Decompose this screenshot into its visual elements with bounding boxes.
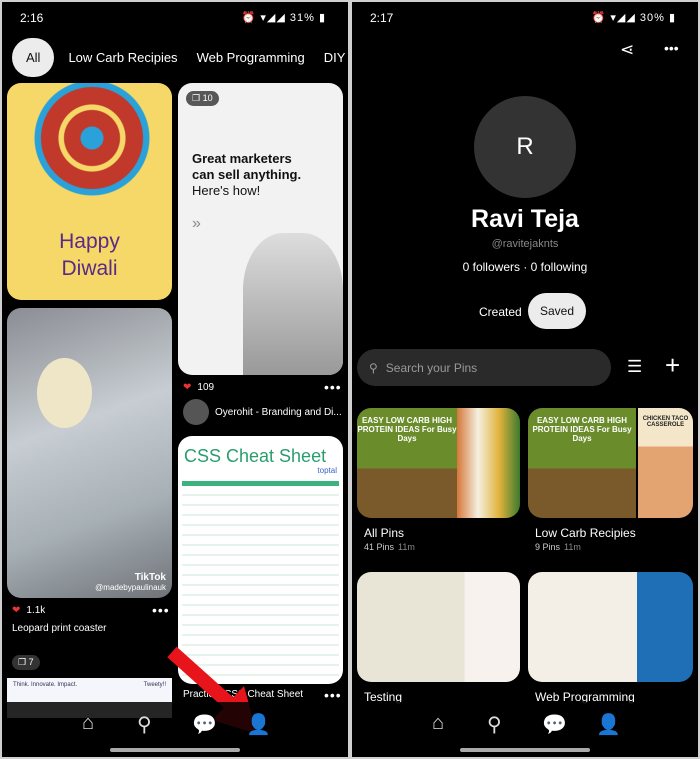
home-indicator <box>110 748 240 752</box>
status-icons: ⏰ ▾◢◢ 30% ▮ <box>591 12 676 24</box>
battery-level: 31% <box>289 12 315 24</box>
cheatsheet-title: CSS Cheat Sheet <box>184 446 327 466</box>
tab-created[interactable]: Created <box>479 305 522 319</box>
heart-icon: ❤ <box>12 605 21 616</box>
like-count: 1.1k <box>26 605 46 616</box>
battery-level: 30% <box>639 12 665 24</box>
messages-icon[interactable]: 💬 <box>542 712 567 737</box>
more-options-button[interactable]: ••• <box>152 602 170 618</box>
add-icon[interactable]: + <box>665 350 680 381</box>
messages-icon[interactable]: 💬 <box>192 712 217 737</box>
pin-stats: ❤ 109 <box>183 382 214 393</box>
tiktok-handle: @madebypaulinauk <box>95 583 166 592</box>
search-placeholder: Search your Pins <box>385 360 478 375</box>
pin-stats: ❤ 1.1k <box>12 605 45 616</box>
home-icon[interactable]: ⌂ <box>82 712 94 735</box>
pin-author[interactable]: Oyerohit - Branding and Di... <box>183 399 342 425</box>
board-meta: 9 Pins 11m <box>535 542 581 552</box>
badge-count: 10 <box>202 93 213 103</box>
tab-saved[interactable]: Saved <box>528 293 587 329</box>
more-options-button[interactable]: ••• <box>324 687 342 703</box>
home-feed-screen: 2:16 ⏰ ▾◢◢ 31% ▮ All Low Carb Recipies W… <box>2 2 348 757</box>
chip-diy[interactable]: DIY Pins <box>324 50 348 65</box>
headline-3: Here's how! <box>192 183 261 198</box>
board-time: 11m <box>564 542 581 552</box>
board-all-pins[interactable]: EASY LOW CARB HIGH PROTEIN IDEAS For Bus… <box>357 408 520 518</box>
more-options-button[interactable]: ••• <box>324 379 342 395</box>
more-options-button[interactable]: ••• <box>664 40 679 56</box>
tiktok-watermark: TikTok <box>134 572 166 583</box>
profile-name: Ravi Teja <box>471 205 579 233</box>
filter-icon[interactable]: ☰ <box>627 357 642 377</box>
board-testing[interactable] <box>357 572 520 682</box>
pin-count-badge: ❐ 7 <box>12 655 40 670</box>
pin-image <box>37 358 92 428</box>
search-icon: ⚲ <box>369 360 378 375</box>
board-cover: EASY LOW CARB HIGH PROTEIN IDEAS For Bus… <box>357 408 457 518</box>
arrow-glyph: » <box>192 215 201 232</box>
board-name: All Pins <box>364 526 405 540</box>
chip-low-carb[interactable]: Low Carb Recipies <box>68 50 177 65</box>
headline-2: can sell anything. <box>192 167 302 182</box>
brand-logo: toptal <box>317 466 337 475</box>
search-icon[interactable]: ⚲ <box>137 712 152 737</box>
status-bar: 2:17 ⏰ ▾◢◢ 30% ▮ <box>352 2 698 32</box>
clock: 2:16 <box>20 11 44 25</box>
board-name: Low Carb Recipies <box>535 526 636 540</box>
board-time: 11m <box>398 542 415 552</box>
status-bar: 2:16 ⏰ ▾◢◢ 31% ▮ <box>2 2 348 32</box>
pin-count: 9 Pins <box>535 542 561 552</box>
diwali-text-1: Happy <box>59 230 120 253</box>
diwali-text-2: Diwali <box>61 257 118 280</box>
profile-icon[interactable]: 👤 <box>246 712 271 737</box>
board-web-programming[interactable] <box>528 572 693 682</box>
status-icons: ⏰ ▾◢◢ 31% ▮ <box>241 12 326 24</box>
search-icon[interactable]: ⚲ <box>487 712 502 737</box>
board-low-carb[interactable]: EASY LOW CARB HIGH PROTEIN IDEAS For Bus… <box>528 408 693 518</box>
pin-tiktok[interactable]: TikTok @madebypaulinauk <box>7 308 172 598</box>
home-icon[interactable]: ⌂ <box>432 712 444 735</box>
chip-all[interactable]: All <box>12 38 55 77</box>
avatar <box>183 399 209 425</box>
board-side-cover: CHICKEN TACO CASSEROLE <box>638 408 693 518</box>
pin-marketing[interactable]: ❐ 10 Great marketers can sell anything. … <box>178 83 343 375</box>
profile-handle: @ravitejaknts <box>491 238 559 250</box>
pin-count-badge: ❐ 10 <box>186 91 219 106</box>
like-count: 109 <box>197 382 215 393</box>
share-icon[interactable]: ⋖ <box>620 40 634 60</box>
board-filter-chips: All Low Carb Recipies Web Programming DI… <box>12 38 348 77</box>
heart-icon: ❤ <box>183 382 192 393</box>
pin-diwali[interactable]: Happy Diwali <box>7 83 172 300</box>
search-input[interactable]: ⚲ Search your Pins <box>357 349 611 386</box>
pin-count: 41 Pins <box>364 542 395 552</box>
bottom-nav: ⌂ ⚲ 💬 👤 <box>2 702 348 757</box>
pin-title: Leopard print coaster <box>12 623 107 634</box>
board-meta: 41 Pins 11m <box>364 542 415 552</box>
badge-count: 7 <box>28 657 34 667</box>
author-name: Oyerohit - Branding and Di... <box>215 406 342 418</box>
follow-stats[interactable]: 0 followers · 0 following <box>352 260 698 274</box>
bottom-nav: ⌂ ⚲ 💬 👤 <box>352 702 698 757</box>
rangoli-image <box>27 83 157 203</box>
chip-web-programming[interactable]: Web Programming <box>197 50 305 65</box>
board-cover: EASY LOW CARB HIGH PROTEIN IDEAS For Bus… <box>528 408 636 518</box>
profile-screen: 2:17 ⏰ ▾◢◢ 30% ▮ ⋖ ••• R Ravi Teja @ravi… <box>352 2 698 757</box>
headline-1: Great marketers <box>192 151 292 166</box>
profile-icon[interactable]: 👤 <box>596 712 621 737</box>
home-indicator <box>460 748 590 752</box>
clock: 2:17 <box>370 11 394 25</box>
man-image <box>243 233 343 375</box>
avatar[interactable]: R <box>474 96 576 198</box>
